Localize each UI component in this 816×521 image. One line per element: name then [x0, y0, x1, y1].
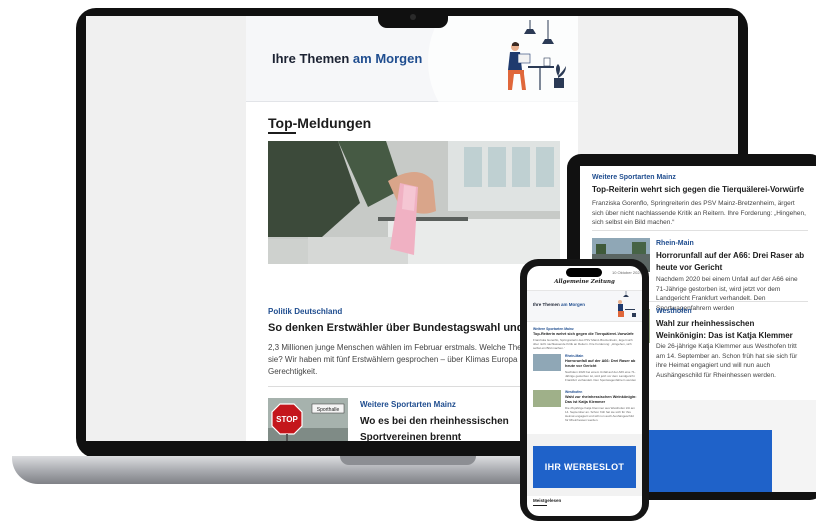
lead-headline[interactable]: So denken Erstwähler über Bundestagswahl…: [268, 322, 547, 334]
street-sign-text: Sporthalle: [317, 407, 340, 413]
phone-status-date: 10 Oktober 2024: [612, 270, 642, 275]
phone-article3-thumbnail[interactable]: [533, 390, 561, 407]
ballot-box-photo: [268, 141, 560, 264]
phone-article1-kicker: Weitere Sportarten Mainz: [533, 327, 574, 331]
phone-article1-teaser: Franziska Gorenflo, Springreiterin des P…: [533, 338, 633, 350]
newsletter-header: Ihre Themen am Morgen: [246, 16, 578, 146]
newsletter-title-accent: am Morgen: [352, 51, 423, 66]
phone-screen: 10 Oktober 2024 Allgemeine Zeitung Ihre …: [527, 266, 642, 516]
tablet-article2-kicker: Rhein-Main: [656, 240, 694, 247]
tablet-article1-headline[interactable]: Top-Reiterin wehrt sich gegen die Tierqu…: [592, 184, 808, 196]
phone-newspaper-logo[interactable]: Allgemeine Zeitung: [527, 279, 642, 285]
phone-article2-kicker: Rhein-Main: [565, 354, 584, 358]
stop-sign-text: STOP: [276, 415, 298, 424]
phone-title: Ihre Themen am Morgen: [533, 302, 585, 307]
article-divider: [268, 386, 560, 387]
tablet-article3-teaser: Die 26-jährige Katja Klemmer aus Westhof…: [656, 343, 798, 379]
section-title: Top-Meldungen: [268, 115, 372, 131]
tablet-article3-kicker: Westhofen: [656, 308, 692, 315]
tablet-divider: [592, 230, 808, 231]
phone-article3-headline[interactable]: Wahl zur rheinhessischen Weinkönigin: Da…: [565, 395, 637, 405]
reading-person-illustration: [508, 20, 566, 90]
laptop-camera: [410, 14, 416, 20]
phone-title-accent: am Morgen: [561, 302, 586, 307]
second-kicker: Weitere Sportarten Mainz: [360, 400, 456, 409]
phone-reading-illustration: [618, 291, 636, 317]
tablet-article1-kicker: Weitere Sportarten Mainz: [592, 174, 676, 181]
article-thumbnail-stop-sign[interactable]: STOP Sporthalle: [268, 398, 348, 441]
phone-most-read-title: Meistgelesen: [533, 498, 562, 503]
hero-image-ballot[interactable]: [268, 141, 560, 264]
phone-dynamic-island: [566, 268, 602, 277]
lead-kicker: Politik Deutschland: [268, 307, 343, 316]
laptop-base-groove: [340, 456, 476, 465]
phone-article3-teaser: Die 26-jährige Katja Klemmer aus Westhof…: [565, 406, 635, 422]
phone-ad-banner[interactable]: IHR WERBESLOT: [533, 446, 636, 488]
phone-article2-teaser: Nachdem 2020 bei einem Unfall auf der A6…: [565, 370, 637, 382]
newsletter-title: Ihre Themen am Morgen: [272, 51, 422, 66]
tablet-ad-banner[interactable]: [638, 430, 772, 492]
phone-article1-headline[interactable]: Top-Reiterin wehrt sich gegen die Tierqu…: [533, 332, 636, 337]
newsletter-title-main: Ihre Themen: [272, 51, 353, 66]
section-underline: [268, 132, 296, 134]
phone-article2-thumbnail[interactable]: [533, 354, 561, 371]
phone-title-main: Ihre Themen: [533, 302, 562, 307]
tablet-article1-teaser: Franziska Gorenflo, Springreiterin des P…: [592, 200, 806, 226]
phone-article3-kicker: Westhofen: [565, 390, 583, 394]
stop-sign-photo: STOP Sporthalle: [268, 398, 348, 441]
phone-article2-headline[interactable]: Horrorunfall auf der A66: Drei Raser ab …: [565, 359, 637, 369]
tablet-article2-headline[interactable]: Horrorunfall auf der A66: Drei Raser ab …: [656, 250, 806, 274]
phone-most-read-underline: [533, 505, 547, 506]
tablet-article3-headline[interactable]: Wahl zur rheinhessischen Weinkönigin: Da…: [656, 318, 806, 342]
